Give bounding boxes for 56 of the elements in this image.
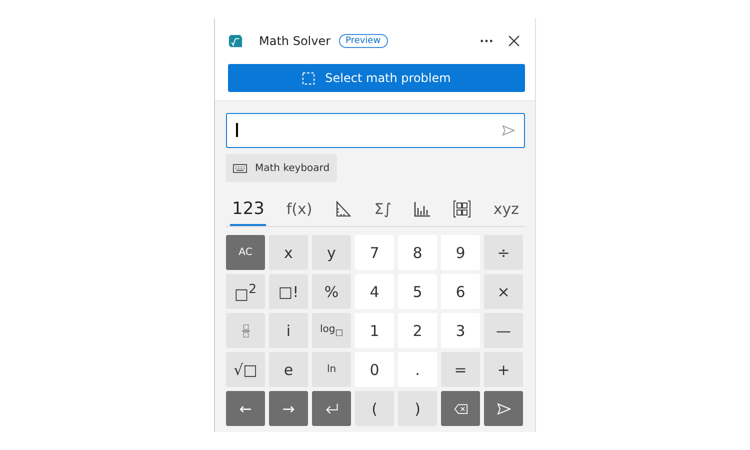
keypad-key[interactable]: i — [269, 313, 308, 348]
keypad-key[interactable]: ) — [398, 391, 437, 426]
keypad-key[interactable]: □! — [269, 274, 308, 309]
enter-icon — [324, 402, 338, 416]
math-input-field[interactable] — [226, 113, 525, 148]
keypad-key[interactable]: 3 — [441, 313, 480, 348]
enter-key[interactable] — [312, 391, 351, 426]
keypad-key[interactable]: ln — [312, 352, 351, 387]
keypad-key[interactable]: × — [484, 274, 523, 309]
send-icon[interactable] — [502, 125, 515, 136]
keyboard-tab[interactable]: xyz — [491, 194, 521, 226]
keypad-key[interactable]: 7 — [355, 235, 394, 270]
keypad-key[interactable]: 1 — [355, 313, 394, 348]
keypad-key[interactable]: 5 — [398, 274, 437, 309]
backspace-key[interactable] — [441, 391, 480, 426]
close-icon[interactable] — [508, 35, 520, 47]
keypad-key[interactable]: 4 — [355, 274, 394, 309]
keypad-key[interactable]: e — [269, 352, 308, 387]
keypad-key[interactable]: + — [484, 352, 523, 387]
keypad-key[interactable]: 0 — [355, 352, 394, 387]
keypad-key[interactable]: ( — [355, 391, 394, 426]
keypad-key[interactable]: y — [312, 235, 351, 270]
bar-chart-icon — [413, 200, 432, 218]
keypad-key[interactable]: 9 — [441, 235, 480, 270]
more-icon[interactable] — [480, 39, 493, 43]
window-title: Math Solver — [259, 34, 331, 48]
keypad-key[interactable]: . — [398, 352, 437, 387]
math-keyboard-button[interactable]: Math keyboard — [226, 154, 337, 182]
keypad-key[interactable]: ÷ — [484, 235, 523, 270]
selection-icon — [302, 72, 316, 84]
keypad-key[interactable]: = — [441, 352, 480, 387]
keypad-key[interactable]: log$_{□}$ — [312, 313, 351, 348]
keypad-key[interactable]: 8 — [398, 235, 437, 270]
keyboard-icon — [233, 164, 247, 172]
keypad-key[interactable]: % — [312, 274, 351, 309]
backspace-icon — [454, 402, 468, 416]
keypad-key[interactable]: — — [484, 313, 523, 348]
app-logo-icon — [228, 34, 243, 48]
select-math-problem-button[interactable]: Select math problem — [228, 64, 525, 92]
keyboard-tab[interactable]: f(x) — [284, 194, 314, 226]
text-cursor — [236, 123, 238, 137]
keypad-key[interactable]: ← — [226, 391, 265, 426]
keypad-key[interactable]: AC — [226, 235, 265, 270]
keypad-key[interactable]: □$^{2}$ — [226, 274, 265, 309]
send-key[interactable] — [484, 391, 523, 426]
keyboard-tab[interactable]: 123 — [230, 194, 266, 226]
matrix-icon — [453, 200, 472, 218]
keypad-key[interactable]: 6 — [441, 274, 480, 309]
preview-badge: Preview — [338, 34, 388, 48]
keypad-key[interactable]: → — [269, 391, 308, 426]
keypad-key[interactable]: 2 — [398, 313, 437, 348]
keypad-key[interactable]: √□ — [226, 352, 265, 387]
keyboard-tab[interactable]: Σ∫ — [372, 194, 394, 226]
keypad-key[interactable]: x — [269, 235, 308, 270]
ruler-triangle-icon — [334, 200, 352, 218]
send-icon — [496, 402, 510, 416]
